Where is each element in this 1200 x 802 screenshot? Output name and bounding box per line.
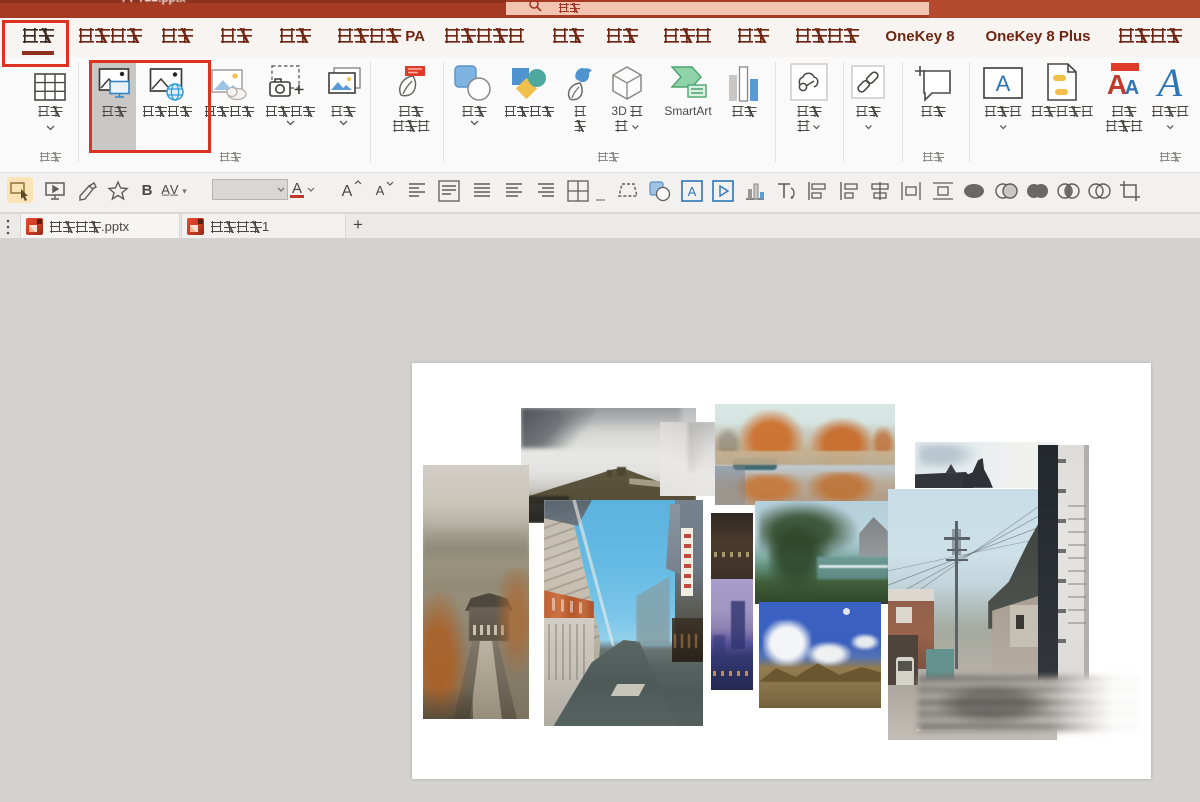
- svg-text:A: A: [996, 71, 1011, 96]
- svg-text:A: A: [342, 183, 353, 200]
- svg-text:A: A: [292, 180, 302, 197]
- svg-text:A: A: [376, 183, 385, 198]
- svg-text:A: A: [1155, 63, 1183, 101]
- svg-text:A: A: [688, 184, 697, 199]
- svg-text:A: A: [1125, 77, 1139, 99]
